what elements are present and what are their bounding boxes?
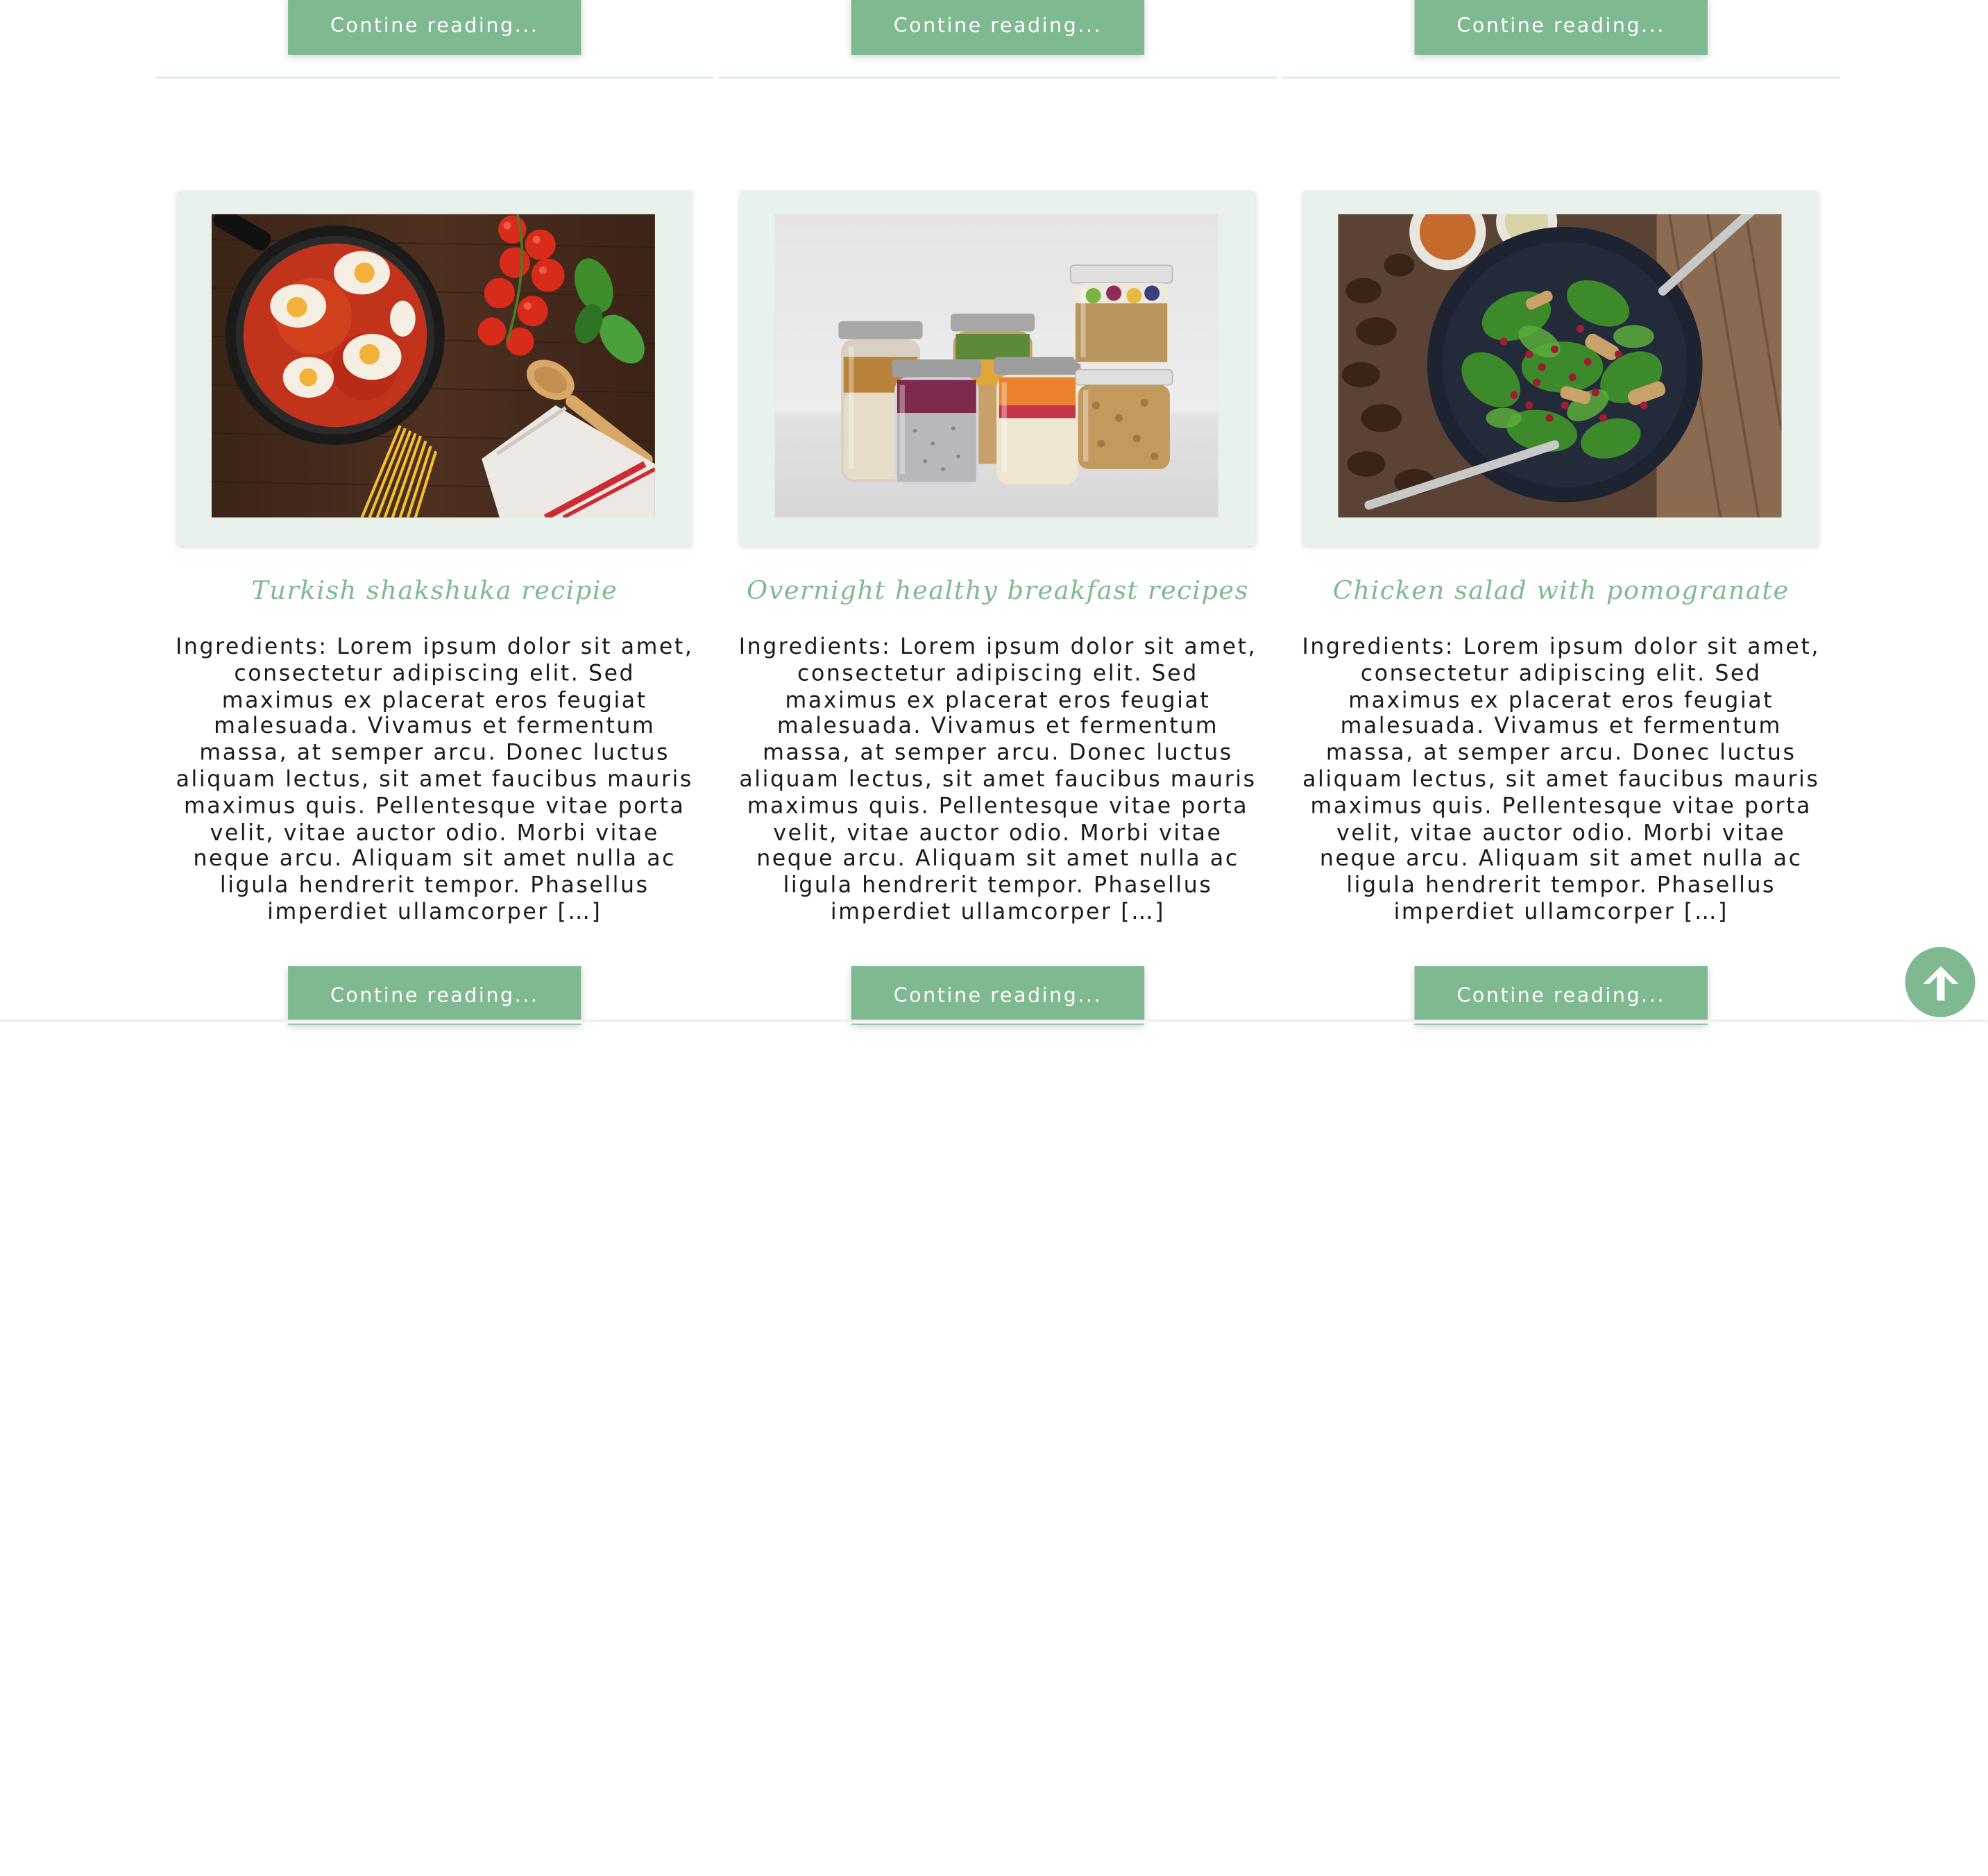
post-title-link[interactable]: Chicken salad with pomogranate — [1280, 571, 1843, 609]
continue-reading-button[interactable]: Contine reading... — [288, 0, 581, 55]
post-thumbnail-frame[interactable] — [177, 191, 693, 546]
post-excerpt: Ingredients: Lorem ipsum dolor sit amet,… — [1302, 634, 1820, 926]
post-thumbnail-chicken-salad[interactable] — [1338, 214, 1782, 518]
continue-reading-button[interactable]: Contine reading... — [1414, 0, 1708, 55]
blog-listing: Contine reading... Contine reading... Co… — [0, 0, 1988, 1876]
scroll-to-top-button[interactable] — [1905, 947, 1976, 1017]
post-thumbnail-shakshuka[interactable] — [211, 214, 655, 518]
post-thumbnail-breakfast[interactable] — [774, 214, 1218, 518]
continue-reading-button[interactable]: Contine reading... — [851, 0, 1145, 55]
breakfast-jars-photo — [774, 214, 1218, 518]
post-title-link[interactable]: Turkish shakshuka recipie — [153, 571, 716, 609]
arrow-up-icon — [1922, 965, 1958, 1000]
post-excerpt: Ingredients: Lorem ipsum dolor sit amet,… — [176, 634, 694, 926]
chicken-salad-photo — [1338, 214, 1782, 518]
post-thumbnail-frame[interactable] — [1303, 191, 1819, 546]
post-excerpt: Ingredients: Lorem ipsum dolor sit amet,… — [738, 634, 1257, 926]
continue-reading-button[interactable]: Contine reading... — [288, 966, 581, 1025]
row-divider — [155, 76, 714, 79]
post-title-link[interactable]: Overnight healthy breakfast recipes — [716, 571, 1280, 609]
shakshuka-photo — [211, 214, 655, 518]
continue-reading-button[interactable]: Contine reading... — [1414, 966, 1708, 1025]
row-divider — [1282, 76, 1840, 79]
post-thumbnail-frame[interactable] — [740, 191, 1255, 546]
continue-reading-button[interactable]: Contine reading... — [851, 966, 1145, 1025]
row-divider — [718, 76, 1277, 79]
